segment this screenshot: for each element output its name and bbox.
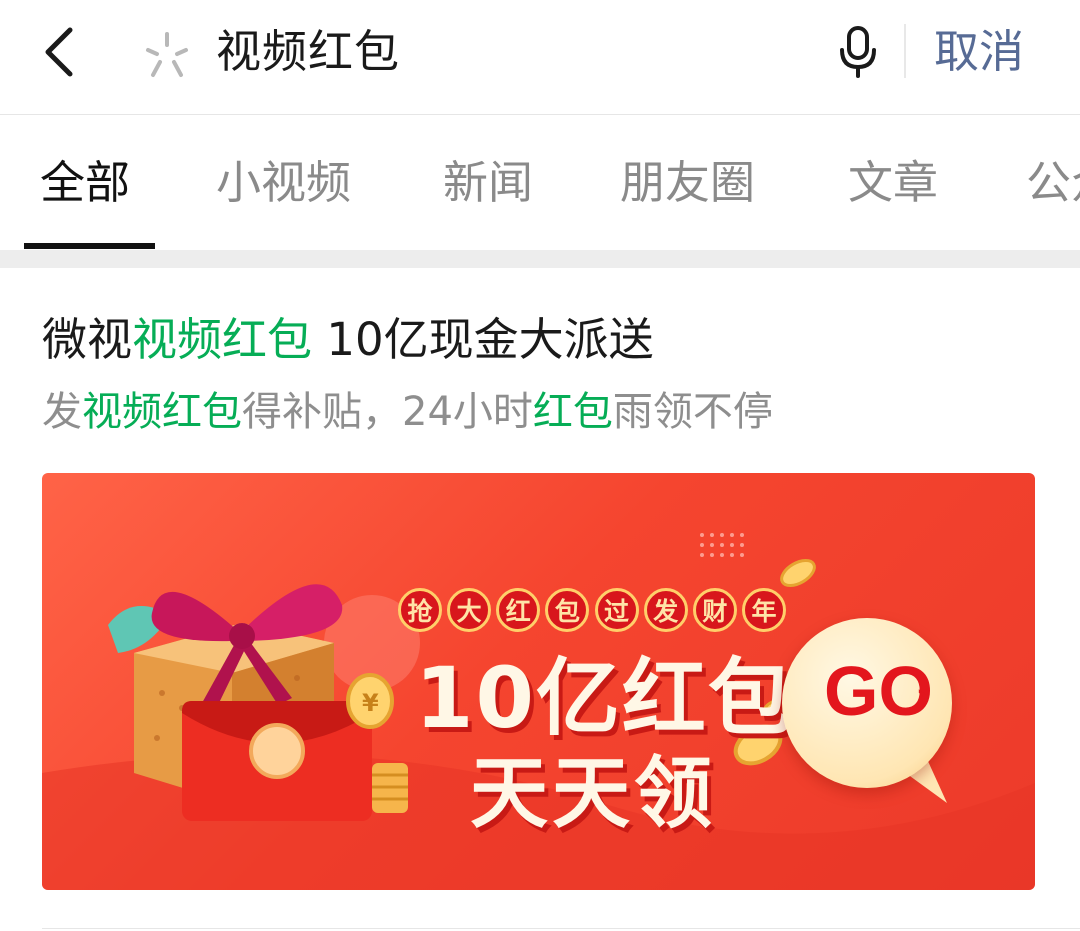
active-tab-indicator: [24, 243, 155, 249]
slogan-badges: 抢 大 红 包 过 发 财 年: [398, 588, 786, 636]
result-description: 发视频红包得补贴，24小时红包雨领不停: [42, 384, 773, 440]
slogan-char: 包: [545, 588, 590, 632]
chevron-right-icon: ›: [916, 678, 929, 713]
tab-news[interactable]: 新闻: [443, 153, 533, 213]
tab-moments[interactable]: 朋友圈: [620, 153, 755, 213]
slogan-char: 大: [447, 588, 492, 632]
search-tabs: 全部 小视频 新闻 朋友圈 文章 公众号: [0, 115, 1080, 250]
desc-highlight: 视频红包: [82, 389, 242, 435]
result-title-highlight: 视频红包: [132, 313, 313, 366]
slogan-char: 发: [643, 588, 688, 632]
section-gap: [0, 250, 1080, 268]
back-button[interactable]: [30, 20, 90, 84]
desc-text: 得补贴，24小时: [242, 389, 533, 435]
slogan-char: 过: [594, 588, 639, 632]
divider: [904, 24, 906, 78]
promo-banner[interactable]: ¥ 抢 大 红 包 过 发 财 年 10亿红包 天天领 GO ›: [42, 473, 1035, 890]
desc-text: 发: [42, 389, 82, 435]
chevron-left-icon: [45, 27, 73, 77]
desc-text: 雨领不停: [612, 389, 773, 435]
tab-all[interactable]: 全部: [40, 153, 130, 213]
slogan-char: 财: [692, 588, 737, 632]
divider: [42, 928, 1080, 929]
microphone-icon: [840, 26, 876, 78]
desc-highlight: 红包: [532, 389, 613, 435]
result-title[interactable]: 微视视频红包 10亿现金大派送: [42, 310, 654, 370]
tab-short-video[interactable]: 小视频: [216, 153, 351, 213]
cancel-button[interactable]: 取消: [934, 22, 1024, 82]
slogan-char: 年: [741, 588, 786, 632]
voice-input-button[interactable]: [832, 22, 884, 82]
search-input[interactable]: 视频红包: [216, 22, 400, 82]
slogan-char: 抢: [398, 588, 442, 632]
wechat-search-icon: [146, 32, 188, 77]
result-title-suffix: 10亿现金大派送: [312, 313, 654, 366]
tab-articles[interactable]: 文章: [848, 153, 938, 213]
search-result-card[interactable]: 微视视频红包 10亿现金大派送 发视频红包得补贴，24小时红包雨领不停 ¥ 抢 …: [0, 268, 1080, 931]
search-bar: 视频红包 取消: [0, 0, 1080, 115]
banner-subheadline: 天天领: [470, 749, 717, 839]
tab-official-accounts[interactable]: 公众号: [1026, 153, 1080, 213]
svg-text:¥: ¥: [362, 689, 379, 717]
slogan-char: 红: [496, 588, 541, 632]
result-title-prefix: 微视: [42, 313, 133, 366]
